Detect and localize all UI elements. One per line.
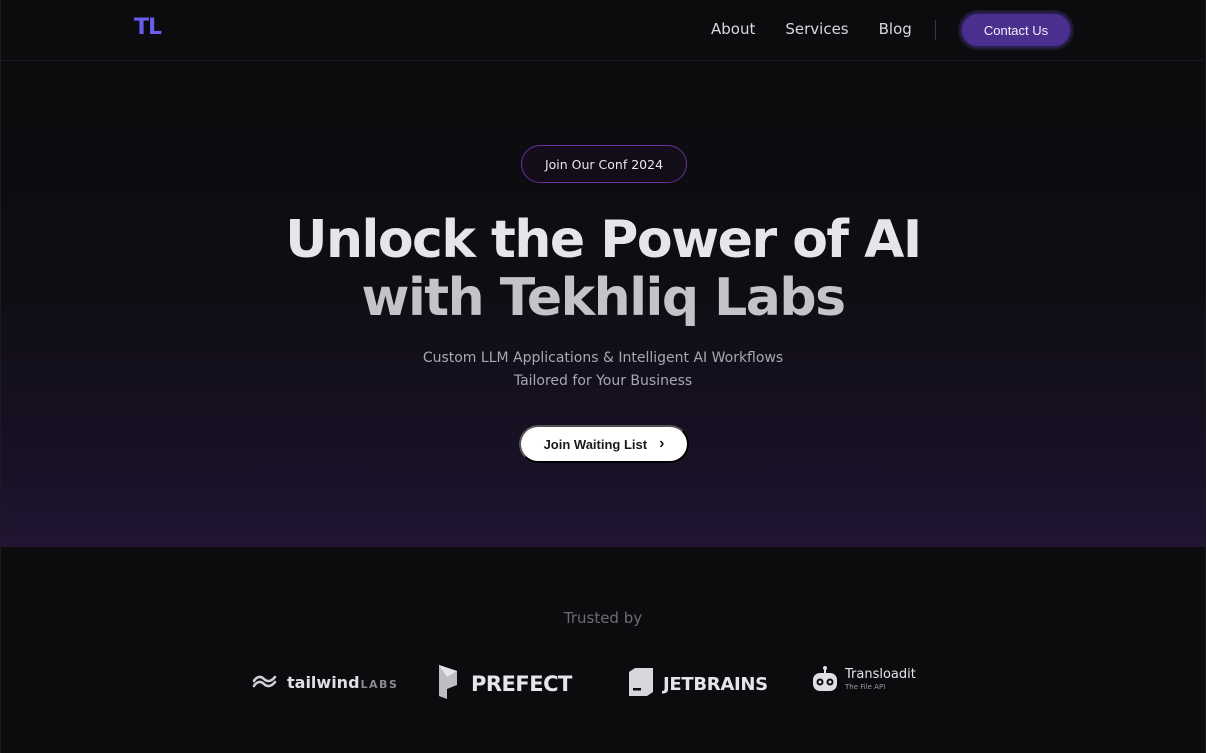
transloadit-robot-icon — [811, 665, 839, 697]
landing-page: TL About Services Blog Contact Us Join O… — [0, 0, 1206, 753]
subtitle-line-2: Tailored for Your Business — [513, 373, 693, 389]
nav-link-blog[interactable]: Blog — [879, 19, 912, 39]
trusted-by-label: Trusted by — [563, 609, 643, 627]
logo-transloadit: Transloadit The File API — [811, 665, 916, 697]
nav-link-about[interactable]: About — [711, 19, 755, 39]
headline-line-2: with Tekhliq Labs — [361, 268, 846, 328]
jetbrains-name: JETBRAINS — [663, 673, 768, 695]
nav-links: About Services Blog — [711, 19, 912, 39]
join-waiting-list-button[interactable]: Join Waiting List › — [519, 425, 689, 463]
headline-line-1: Unlock the Power of AI — [285, 210, 922, 270]
cta-label: Join Waiting List — [543, 436, 648, 452]
nav-divider — [935, 20, 936, 40]
hero-headline: Unlock the Power of AI with Tekhliq Labs — [1, 211, 1205, 327]
trusted-logos: tailwindLABS PREFECT JETBRAINS Transload… — [1, 660, 1205, 704]
jetbrains-cube-icon — [625, 666, 655, 702]
tailwind-name: tailwindLABS — [287, 672, 399, 692]
subtitle-line-1: Custom LLM Applications & Intelligent AI… — [422, 350, 784, 366]
tailwind-wave-icon — [251, 672, 279, 692]
top-navigation: TL About Services Blog Contact Us — [1, 0, 1205, 61]
prefect-name: PREFECT — [471, 672, 572, 696]
contact-us-button[interactable]: Contact Us — [960, 12, 1072, 48]
prefect-mark-icon — [437, 663, 461, 705]
transloadit-text: Transloadit The File API — [845, 667, 916, 693]
transloadit-tagline: The File API — [845, 683, 886, 691]
site-logo[interactable]: TL — [134, 15, 162, 40]
chevron-right-icon: › — [659, 435, 665, 452]
logo-prefect: PREFECT — [437, 663, 572, 705]
logo-jetbrains: JETBRAINS — [625, 666, 768, 702]
logo-tailwind-labs: tailwindLABS — [251, 672, 398, 692]
transloadit-name: Transloadit — [845, 667, 916, 682]
hero-section: Join Our Conf 2024 Unlock the Power of A… — [1, 61, 1205, 547]
hero-subtitle: Custom LLM Applications & Intelligent AI… — [1, 347, 1205, 393]
conference-badge-link[interactable]: Join Our Conf 2024 — [521, 145, 687, 183]
nav-link-services[interactable]: Services — [785, 19, 848, 39]
